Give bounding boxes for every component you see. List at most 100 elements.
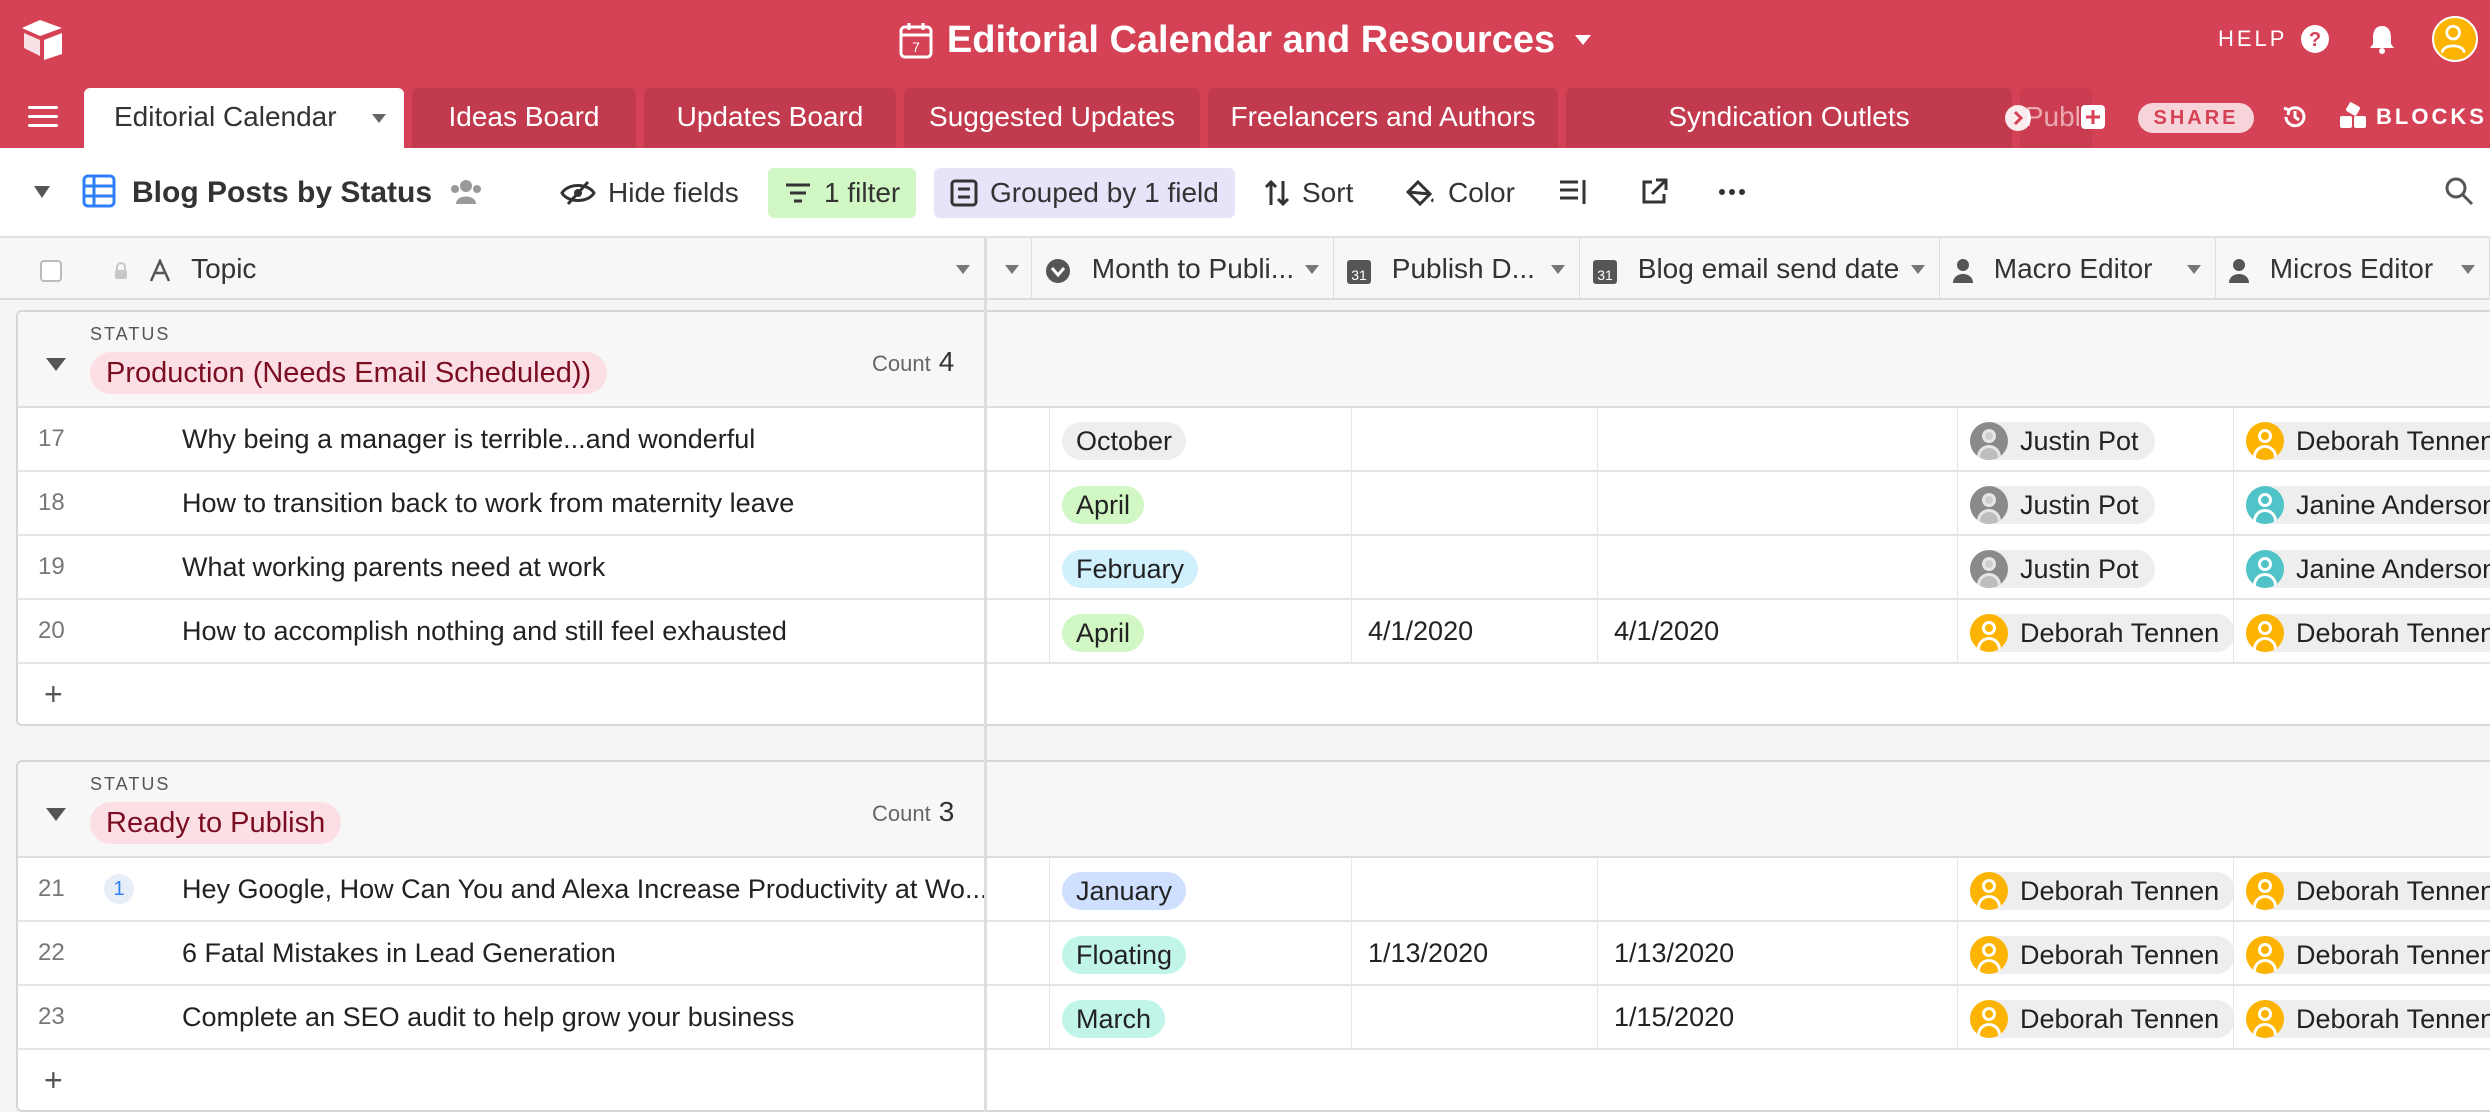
macro-editor-cell[interactable]: Justin Pot [1958, 408, 2234, 470]
hide-fields-button[interactable]: Hide fields [544, 168, 755, 218]
table-row[interactable]: 21 1 Hey Google, How Can You and Alexa Inc… [18, 858, 2490, 922]
topic-cell[interactable]: How to accomplish nothing and still feel… [102, 600, 1002, 662]
micros-editor-cell[interactable]: Deborah Tennen [2234, 922, 2490, 984]
collaborative-view-icon[interactable] [448, 178, 484, 206]
macro-editor-cell[interactable]: Deborah Tennen [1958, 600, 2234, 662]
hidden-column-cell[interactable] [1002, 408, 1050, 470]
chevron-down-icon[interactable] [1305, 265, 1319, 274]
email-date-cell[interactable]: 1/13/2020 [1598, 922, 1958, 984]
tab-syndication-outlets[interactable]: Syndication Outlets [1566, 88, 2012, 148]
hidden-column-cell[interactable] [1002, 986, 1050, 1048]
publish-date-cell[interactable] [1352, 408, 1598, 470]
tab-updates-board[interactable]: Updates Board [644, 88, 896, 148]
macro-editor-cell[interactable]: Justin Pot [1958, 536, 2234, 598]
frozen-column-divider[interactable] [984, 238, 987, 1112]
macro-editor-cell[interactable]: Justin Pot [1958, 472, 2234, 534]
collaborator-chip[interactable]: Justin Pot [1970, 421, 2155, 460]
topic-cell[interactable]: Complete an SEO audit to help grow your … [102, 986, 1002, 1048]
chevron-down-icon[interactable] [1911, 265, 1925, 274]
collapse-group-icon[interactable] [46, 808, 66, 821]
tab-freelancers-and-authors[interactable]: Freelancers and Authors [1208, 88, 1558, 148]
micros-editor-cell[interactable]: Deborah Tennen [2234, 986, 2490, 1048]
chevron-down-icon[interactable] [2187, 265, 2201, 274]
email-date-cell[interactable] [1598, 408, 1958, 470]
email-date-cell[interactable]: 1/15/2020 [1598, 986, 1958, 1048]
blocks-icon[interactable] [2338, 102, 2368, 132]
filter-button[interactable]: 1 filter [768, 168, 917, 218]
column-header-email-date[interactable]: 31 Blog email send date [1580, 238, 1940, 300]
help-label[interactable]: HELP [2218, 26, 2287, 52]
sort-button[interactable]: Sort [1248, 168, 1369, 218]
email-date-cell[interactable] [1598, 858, 1958, 920]
topic-cell[interactable]: How to transition back to work from mate… [102, 472, 1002, 534]
month-cell[interactable]: Floating [1050, 922, 1352, 984]
row-height-icon[interactable] [1558, 178, 1588, 206]
macro-editor-cell[interactable]: Deborah Tennen [1958, 922, 2234, 984]
collaborator-chip[interactable]: Deborah Tennen [1970, 871, 2233, 910]
table-row[interactable]: 17 Why being a manager is terrible...and … [18, 408, 2490, 472]
add-record-row[interactable]: + [18, 664, 2490, 724]
blocks-label[interactable]: BLOCKS [2376, 104, 2487, 130]
column-header-micros-editor[interactable]: Micros Editor [2216, 238, 2490, 300]
history-icon[interactable] [2280, 102, 2310, 132]
micros-editor-cell[interactable]: Deborah Tennen [2234, 858, 2490, 920]
table-row[interactable]: 23 Complete an SEO audit to help grow you… [18, 986, 2490, 1050]
search-icon[interactable] [2444, 176, 2474, 206]
column-header-publish-date[interactable]: 31 Publish D... [1334, 238, 1580, 300]
micros-editor-cell[interactable]: Deborah Tennen [2234, 408, 2490, 470]
add-icon[interactable]: + [44, 674, 63, 714]
color-button[interactable]: Color [1388, 168, 1531, 218]
topic-cell[interactable]: 6 Fatal Mistakes in Lead Generation [102, 922, 1002, 984]
email-date-cell[interactable] [1598, 472, 1958, 534]
table-row[interactable]: 19 What working parents need at work Febru… [18, 536, 2490, 600]
more-options-icon[interactable] [1718, 188, 1746, 196]
notification-bell-icon[interactable] [2368, 24, 2396, 54]
collaborator-chip[interactable]: Deborah Tennen [2246, 613, 2490, 652]
publish-date-cell[interactable]: 4/1/2020 [1352, 600, 1598, 662]
help-icon[interactable]: ? [2300, 24, 2330, 54]
micros-editor-cell[interactable]: Janine Anderson [2234, 472, 2490, 534]
base-title-group[interactable]: 7 Editorial Calendar and Resources [0, 14, 2490, 66]
month-cell[interactable]: April [1050, 600, 1352, 662]
group-header[interactable]: STATUS Ready to Publish Count 3 [18, 762, 2490, 858]
collaborator-chip[interactable]: Deborah Tennen [1970, 935, 2233, 974]
macro-editor-cell[interactable]: Deborah Tennen [1958, 986, 2234, 1048]
chevron-down-icon[interactable] [1575, 35, 1592, 45]
month-cell[interactable]: March [1050, 986, 1352, 1048]
collaborator-chip[interactable]: Deborah Tennen [2246, 999, 2490, 1038]
topic-cell[interactable]: Why being a manager is terrible...and wo… [102, 408, 1002, 470]
collaborator-chip[interactable]: Justin Pot [1970, 549, 2155, 588]
hidden-column-cell[interactable] [1002, 536, 1050, 598]
tab-ideas-board[interactable]: Ideas Board [412, 88, 636, 148]
collaborator-chip[interactable]: Deborah Tennen [2246, 871, 2490, 910]
topic-cell[interactable]: Hey Google, How Can You and Alexa Increa… [102, 858, 1002, 920]
base-title[interactable]: Editorial Calendar and Resources [947, 19, 1555, 62]
publish-date-cell[interactable] [1352, 536, 1598, 598]
table-row[interactable]: 22 6 Fatal Mistakes in Lead Generation Flo… [18, 922, 2490, 986]
hidden-column-cell[interactable] [1002, 600, 1050, 662]
hidden-column-cell[interactable] [1002, 858, 1050, 920]
email-date-cell[interactable]: 4/1/2020 [1598, 600, 1958, 662]
group-header[interactable]: STATUS Production (Needs Email Scheduled)… [18, 312, 2490, 408]
publish-date-cell[interactable]: 1/13/2020 [1352, 922, 1598, 984]
tab-suggested-updates[interactable]: Suggested Updates [904, 88, 1200, 148]
chevron-down-icon[interactable] [372, 114, 386, 123]
macro-editor-cell[interactable]: Deborah Tennen [1958, 858, 2234, 920]
collaborator-chip[interactable]: Deborah Tennen [2246, 935, 2490, 974]
month-cell[interactable]: February [1050, 536, 1352, 598]
share-button[interactable]: SHARE [2138, 103, 2254, 133]
chevron-down-icon[interactable] [32, 184, 52, 200]
collaborator-chip[interactable]: Janine Anderson [2246, 549, 2490, 588]
chevron-down-icon[interactable] [1005, 265, 1019, 274]
hidden-column-cell[interactable] [1002, 922, 1050, 984]
share-view-icon[interactable] [1640, 178, 1668, 206]
select-all-checkbox[interactable] [40, 259, 62, 282]
column-header-hidden[interactable] [986, 238, 1032, 300]
collaborator-chip[interactable]: Deborah Tennen [1970, 999, 2233, 1038]
topic-cell[interactable]: What working parents need at work [102, 536, 1002, 598]
column-header-macro-editor[interactable]: Macro Editor [1940, 238, 2216, 300]
publish-date-cell[interactable] [1352, 986, 1598, 1048]
email-date-cell[interactable] [1598, 536, 1958, 598]
micros-editor-cell[interactable]: Janine Anderson [2234, 536, 2490, 598]
add-table-icon[interactable] [2080, 104, 2106, 130]
